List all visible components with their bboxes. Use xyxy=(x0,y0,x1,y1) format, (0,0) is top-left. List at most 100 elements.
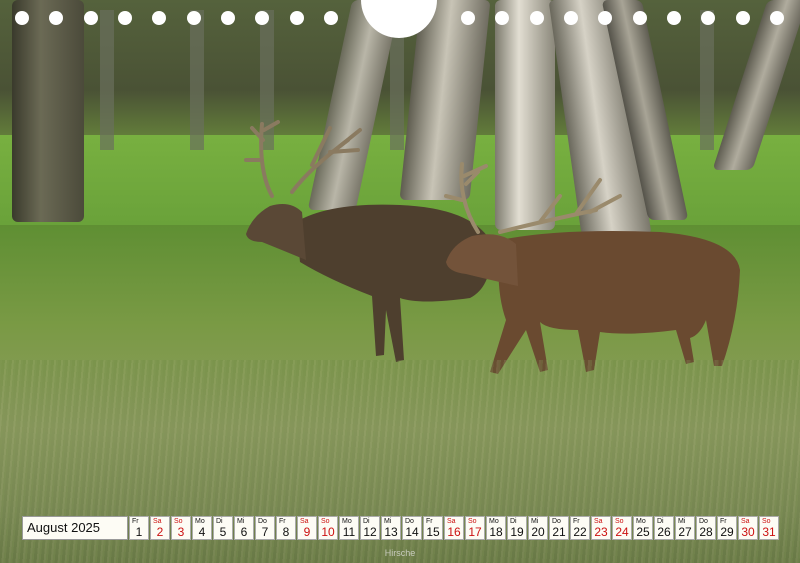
binding-hole xyxy=(770,11,784,25)
day-of-week: So xyxy=(762,518,771,525)
day-cell: Fr 22 xyxy=(570,516,590,540)
binding-hole xyxy=(152,11,166,25)
day-cell: Fr 15 xyxy=(423,516,443,540)
day-of-week: Mo xyxy=(489,518,499,525)
day-number: 21 xyxy=(552,525,566,539)
day-of-week: Mi xyxy=(531,518,539,525)
day-cell: Sa 30 xyxy=(738,516,758,540)
binding-hole xyxy=(495,11,509,25)
binding-hole xyxy=(633,11,647,25)
day-cell: Di 26 xyxy=(654,516,674,540)
day-number: 17 xyxy=(468,525,482,539)
day-cell: So 3 xyxy=(171,516,191,540)
day-cell: So 24 xyxy=(612,516,632,540)
photo-caption: Hirsche xyxy=(384,548,416,558)
wire-binding xyxy=(0,0,800,40)
day-number: 1 xyxy=(135,525,143,539)
day-number: 6 xyxy=(240,525,248,539)
day-of-week: Fr xyxy=(279,518,286,525)
day-number: 29 xyxy=(720,525,734,539)
day-number: 15 xyxy=(426,525,440,539)
day-of-week: Fr xyxy=(720,518,727,525)
day-cell: So 10 xyxy=(318,516,338,540)
day-number: 8 xyxy=(282,525,290,539)
day-number: 30 xyxy=(741,525,755,539)
binding-hole xyxy=(461,11,475,25)
binding-hole xyxy=(15,11,29,25)
day-cell: Mo 11 xyxy=(339,516,359,540)
day-of-week: Fr xyxy=(132,518,139,525)
day-of-week: Di xyxy=(510,518,517,525)
day-cell: Di 12 xyxy=(360,516,380,540)
binding-hole xyxy=(530,11,544,25)
day-list: Fr 1 Sa 2 So 3 Mo 4 Di 5 Mi 6 Do 7 Fr 8 Sa 9 So 10 Mo 11 Di 12 M… xyxy=(128,516,779,540)
day-of-week: Mo xyxy=(195,518,205,525)
day-of-week: Mi xyxy=(384,518,392,525)
binding-hole xyxy=(290,11,304,25)
day-of-week: Sa xyxy=(300,518,309,525)
day-of-week: So xyxy=(321,518,330,525)
binding-hole xyxy=(598,11,612,25)
day-of-week: Mo xyxy=(342,518,352,525)
day-number: 20 xyxy=(531,525,545,539)
day-of-week: So xyxy=(615,518,624,525)
day-number: 9 xyxy=(303,525,311,539)
day-of-week: Mi xyxy=(237,518,245,525)
binding-hole xyxy=(736,11,750,25)
day-cell: Di 19 xyxy=(507,516,527,540)
day-number: 23 xyxy=(594,525,608,539)
day-cell: So 31 xyxy=(759,516,779,540)
day-number: 18 xyxy=(489,525,503,539)
day-cell: Do 28 xyxy=(696,516,716,540)
day-number: 24 xyxy=(615,525,629,539)
day-of-week: Di xyxy=(363,518,370,525)
day-cell: Do 14 xyxy=(402,516,422,540)
day-of-week: Sa xyxy=(153,518,162,525)
day-cell: Mo 4 xyxy=(192,516,212,540)
binding-hole xyxy=(324,11,338,25)
day-cell: Sa 16 xyxy=(444,516,464,540)
day-cell: Do 7 xyxy=(255,516,275,540)
day-cell: Mi 27 xyxy=(675,516,695,540)
day-number: 31 xyxy=(762,525,776,539)
day-number: 7 xyxy=(261,525,269,539)
day-number: 11 xyxy=(342,525,356,539)
day-cell: Mo 25 xyxy=(633,516,653,540)
day-of-week: Di xyxy=(216,518,223,525)
day-number: 28 xyxy=(699,525,713,539)
day-number: 13 xyxy=(384,525,398,539)
day-of-week: So xyxy=(468,518,477,525)
day-of-week: Do xyxy=(405,518,414,525)
binding-hole xyxy=(49,11,63,25)
day-number: 26 xyxy=(657,525,671,539)
day-number: 14 xyxy=(405,525,419,539)
red-deer-stag-right xyxy=(444,162,740,374)
hanger-cutout xyxy=(361,0,437,38)
day-cell: Mi 20 xyxy=(528,516,548,540)
day-number: 12 xyxy=(363,525,377,539)
day-cell: Di 5 xyxy=(213,516,233,540)
day-of-week: Do xyxy=(552,518,561,525)
day-of-week: Sa xyxy=(741,518,750,525)
binding-hole xyxy=(701,11,715,25)
day-of-week: Sa xyxy=(594,518,603,525)
binding-hole xyxy=(255,11,269,25)
day-of-week: Mi xyxy=(678,518,686,525)
binding-hole xyxy=(187,11,201,25)
day-cell: Fr 1 xyxy=(129,516,149,540)
day-cell: Sa 9 xyxy=(297,516,317,540)
day-cell: Sa 2 xyxy=(150,516,170,540)
day-number: 10 xyxy=(321,525,335,539)
day-cell: So 17 xyxy=(465,516,485,540)
day-number: 2 xyxy=(156,525,164,539)
day-number: 4 xyxy=(198,525,206,539)
day-of-week: Fr xyxy=(426,518,433,525)
day-number: 16 xyxy=(447,525,461,539)
day-of-week: Sa xyxy=(447,518,456,525)
day-cell: Do 21 xyxy=(549,516,569,540)
calendar-page: August 2025 Fr 1 Sa 2 So 3 Mo 4 Di 5 Mi 6 Do 7 Fr 8 Sa 9 S… xyxy=(0,0,800,563)
day-number: 22 xyxy=(573,525,587,539)
day-of-week: Do xyxy=(258,518,267,525)
binding-hole xyxy=(84,11,98,25)
binding-hole xyxy=(667,11,681,25)
